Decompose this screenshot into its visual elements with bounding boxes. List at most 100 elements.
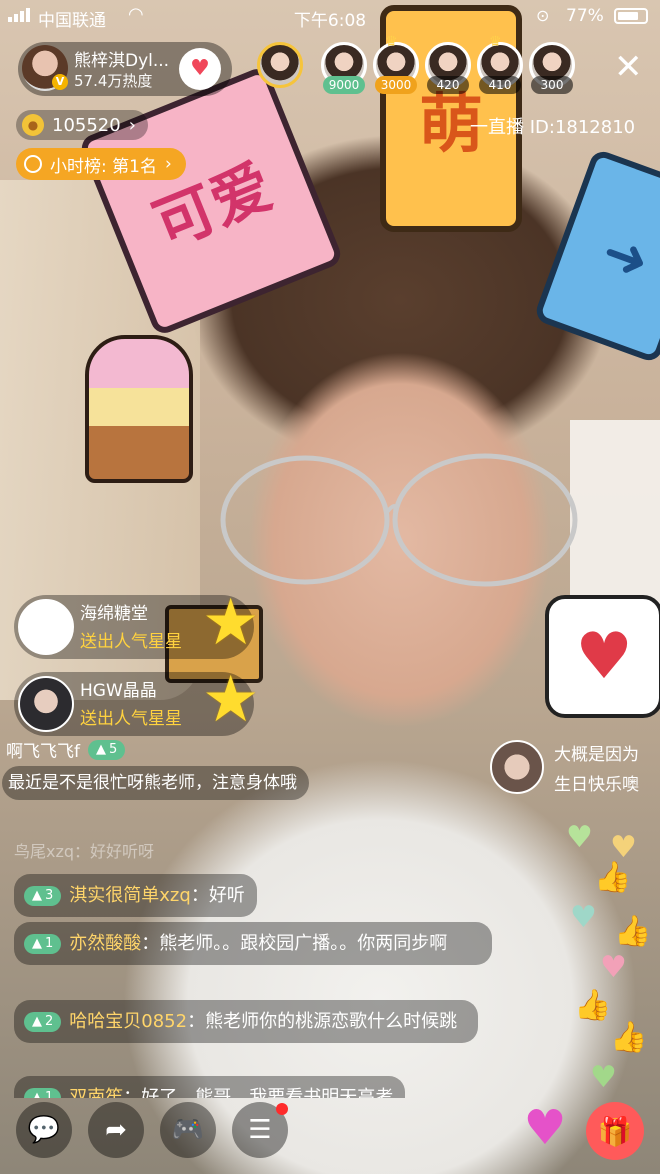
gift-banner: HGW晶晶 送出人气星星 ★ (14, 668, 259, 736)
chat-separator: ： (123, 1087, 142, 1098)
gift-action: 送出人气星星 (80, 709, 182, 729)
coin-icon: ● (22, 114, 44, 136)
level-number: 1 (45, 936, 54, 951)
chat-item: ▲ 1 亦然酸酸：熊老师。。跟校园广播。。你两同步啊 (14, 922, 492, 965)
avatar[interactable] (18, 599, 74, 655)
chevron-right-icon: › (128, 114, 136, 136)
share-arrow-icon: ➦ (105, 1115, 127, 1145)
chat-bubble-icon: 💬 (27, 1115, 61, 1145)
rank-label: 小时榜: 第1名 (50, 156, 157, 177)
heart-icon: ♥ (590, 1060, 617, 1095)
comment-username[interactable]: 啊飞飞飞f (6, 737, 80, 762)
battery-percent: 77% (566, 6, 604, 26)
level-badge: ▲ 5 (88, 739, 126, 760)
viewer-avatar-5[interactable]: ♛ 410 (477, 34, 523, 94)
star-gift-icon: ★ (202, 586, 260, 660)
level-number: 3 (45, 888, 54, 903)
chat-username[interactable]: 淇实很简单xzq (69, 885, 191, 906)
menu-icon: ☰ (248, 1115, 272, 1145)
chat-username[interactable]: 双南笙 (69, 1087, 123, 1098)
notification-dot (276, 1103, 288, 1115)
battery-icon (614, 8, 648, 24)
chat-item: ▲ 2 哈哈宝贝0852：熊老师你的桃源恋歌什么时候跳 (14, 1000, 478, 1043)
chat-username[interactable]: 亦然酸酸 (69, 933, 141, 954)
gift-button[interactable]: 🎁 (586, 1102, 644, 1160)
viewer-count: 410 (479, 76, 521, 94)
gift-banner: 海绵糖堂 送出人气星星 ★ (14, 591, 259, 659)
chat-faded-item: 鸟尾xzq：好好听呀 (14, 842, 155, 861)
crown-icon: ♛ (489, 34, 502, 50)
chat-text: 熊老师。。跟校园广播。。你两同步啊 (159, 933, 448, 954)
thumbs-up-icon: 👍 (614, 914, 652, 949)
viewer-count: 3000 (375, 76, 417, 94)
follow-heart-button[interactable]: ♥ (179, 48, 221, 90)
viewer-avatar-6[interactable]: 300 (529, 42, 575, 94)
thumbs-up-icon: 👍 (574, 988, 612, 1023)
thumbs-up-icon: 👍 (610, 1020, 648, 1055)
clock: 下午6:08 (293, 11, 367, 31)
chat-text: 熊老师你的桃源恋歌什么时候跳 (205, 1011, 458, 1032)
crown-icon: ♛ (385, 34, 398, 50)
sticker-heart-icon: ♥ (545, 595, 660, 718)
level-badge: ▲ 1 (24, 933, 62, 954)
avatar (257, 42, 303, 88)
level-badge: ▲ 2 (24, 1011, 62, 1032)
game-button[interactable]: 🎮 (160, 1102, 216, 1158)
clock-icon (24, 155, 42, 173)
viewer-count: 300 (531, 76, 573, 94)
chat-text: 好听 (208, 885, 245, 906)
chat-username[interactable]: 哈哈宝贝0852 (69, 1011, 187, 1032)
level-badge: ▲ 3 (24, 885, 62, 906)
chat-item: ▲ 3 淇实很简单xzq：好听 (14, 874, 257, 917)
sticker-blue-arrow: ➜ (532, 147, 660, 365)
chat-separator: ： (141, 933, 160, 954)
chat-item: ▲ 1 双南笙：好了，熊哥，我要看书明天高考 (14, 1076, 406, 1098)
heart-icon: ♥ (570, 900, 597, 935)
side-comment-card: 大概是因为 生日快乐噢 (490, 740, 660, 800)
gamepad-icon: 🎮 (171, 1115, 205, 1145)
comment-button[interactable]: 💬 (16, 1102, 72, 1158)
level-number: 1 (45, 1090, 54, 1098)
side-comment-line2: 生日快乐噢 (554, 775, 639, 795)
chat-separator: ： (187, 1011, 206, 1032)
viewer-avatar-1[interactable] (245, 42, 315, 88)
viewer-count: 9000 (323, 76, 365, 94)
featured-comment-text: 最近是不是很忙呀熊老师，注意身体哦 (2, 766, 309, 800)
chat-text: 好了，熊哥，我要看书明天高考 (141, 1087, 394, 1098)
host-card[interactable]: V 熊梓淇Dyl... 57.4万热度 ♥ (18, 42, 232, 96)
viewer-avatar-4[interactable]: 420 (425, 42, 471, 94)
gift-user: 海绵糖堂 (80, 604, 148, 624)
chat-separator: ： (190, 885, 209, 906)
heart-icon: ♥ (600, 950, 627, 985)
host-name: 熊梓淇Dyl... (74, 51, 170, 71)
side-comment-line1: 大概是因为 (554, 745, 639, 765)
viewer-avatar-3[interactable]: ♛ 3000 (373, 34, 419, 94)
gift-box-icon: 🎁 (597, 1114, 633, 1148)
thumbs-up-icon: 👍 (594, 860, 632, 895)
avatar[interactable] (18, 676, 74, 732)
verified-badge-icon: V (52, 74, 68, 90)
coins-badge[interactable]: ● 105520 › (16, 110, 148, 140)
featured-comment-user: 啊飞飞飞f ▲ 5 (6, 737, 126, 762)
gift-user: HGW晶晶 (80, 681, 157, 701)
share-button[interactable]: ➦ (88, 1102, 144, 1158)
heart-icon: ♥ (566, 820, 593, 855)
level-number: 2 (45, 1014, 54, 1029)
rotation-lock-icon: ⊙ (536, 6, 550, 25)
face-glasses (220, 453, 578, 587)
chevron-right-icon: › (164, 154, 172, 174)
close-icon[interactable]: ✕ (614, 50, 643, 84)
avatar[interactable] (490, 740, 544, 794)
star-gift-icon: ★ (202, 663, 260, 737)
gift-action: 送出人气星星 (80, 632, 182, 652)
chat-list[interactable]: 鸟尾xzq：好好听呀 ▲ 3 淇实很简单xzq：好听 ▲ 1 亦然酸酸：熊老师。。跟校园… (14, 840, 494, 1098)
host-heat: 57.4万热度 (74, 72, 153, 90)
hourly-rank-badge[interactable]: 小时榜: 第1名 › (16, 148, 186, 180)
live-id-label: 一直播 ID:1812810 (470, 117, 636, 138)
level-number: 5 (109, 742, 118, 757)
level-badge: ▲ 1 (24, 1087, 62, 1098)
like-heart-button[interactable]: ♥ (520, 1104, 570, 1152)
top-viewers-list: 9000 ♛ 3000 420 ♛ 410 300 (245, 34, 575, 94)
viewer-avatar-2[interactable]: 9000 (321, 42, 367, 94)
status-bar: 中国联通 ◠ 下午6:08 ⊙ 77% (0, 0, 660, 34)
